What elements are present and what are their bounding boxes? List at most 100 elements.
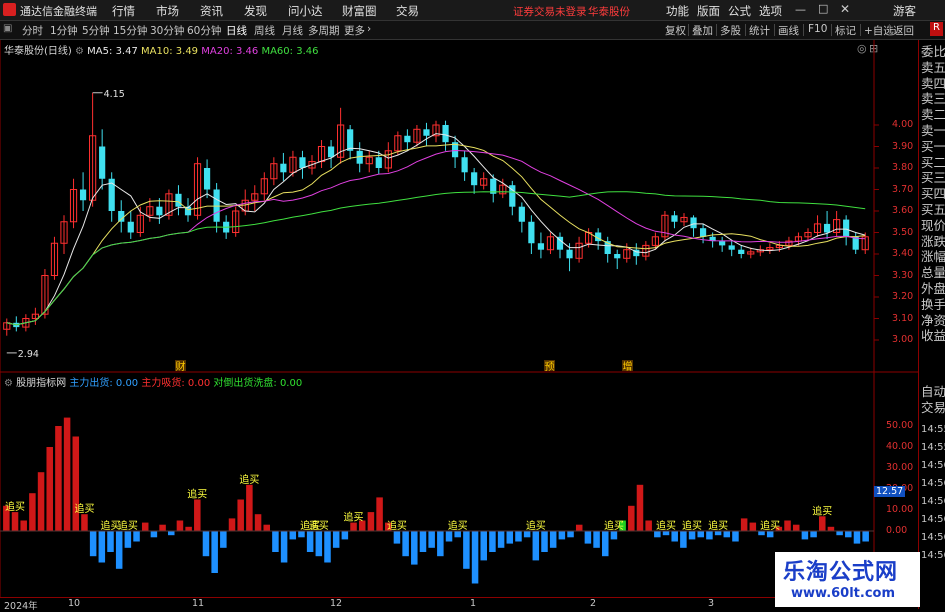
date-label: 3 bbox=[708, 598, 715, 609]
menu-item-wealth[interactable]: 财富圈 bbox=[342, 3, 377, 19]
indicator-bar bbox=[324, 531, 331, 563]
indicator-bar bbox=[202, 531, 210, 557]
candle-body bbox=[375, 157, 382, 168]
tab-multi-period[interactable]: 多周期 bbox=[308, 23, 340, 38]
high-label: 4.15 bbox=[104, 89, 125, 100]
broker-name[interactable]: 华泰股份 bbox=[588, 4, 630, 19]
menu-item-ask[interactable]: 问小达 bbox=[288, 3, 323, 19]
tab-monthly[interactable]: 月线 bbox=[282, 23, 303, 38]
adjust-button[interactable]: 复权 bbox=[665, 23, 686, 38]
tick-time: 14:56 bbox=[921, 532, 945, 543]
indicator-bar bbox=[315, 531, 323, 557]
menu-item-options[interactable]: 选项 bbox=[759, 3, 782, 19]
indicator-bar bbox=[732, 531, 739, 542]
candle-body bbox=[728, 245, 735, 250]
tab-weekly[interactable]: 周线 bbox=[254, 23, 275, 38]
indicator-bar bbox=[549, 531, 557, 548]
candle-body bbox=[127, 221, 134, 233]
kline-chart[interactable]: 4.152.94财预增追买 追买追买追买追买追买追买追买追买追买 追买 追买 追买 追买追… bbox=[0, 40, 918, 609]
tab-daily[interactable]: 日线 bbox=[226, 23, 247, 38]
indicator-bar bbox=[402, 531, 409, 557]
candle-body bbox=[175, 193, 182, 207]
divider bbox=[688, 24, 689, 36]
indicator-bar bbox=[411, 531, 418, 565]
menu-item-quotes[interactable]: 行情 bbox=[112, 3, 135, 19]
candle-body bbox=[203, 168, 211, 190]
watermark-title: 乐淘公式网 bbox=[783, 560, 899, 585]
candle-body bbox=[566, 249, 573, 259]
trade-login-warning[interactable]: 证券交易未登录 bbox=[513, 4, 587, 19]
indicator-name[interactable]: 股朋指标网 bbox=[16, 378, 66, 389]
back-button[interactable]: 返回 bbox=[893, 23, 914, 38]
multi-stock-button[interactable]: 多股 bbox=[720, 23, 741, 38]
indicator-bar bbox=[220, 531, 227, 548]
wash-value: 0.00 bbox=[279, 378, 303, 389]
quote-field-label: 买二 bbox=[921, 154, 945, 170]
quote-field-label: 买四 bbox=[921, 186, 945, 202]
indicator-bar bbox=[628, 505, 635, 531]
buy-signal-label: 追买 bbox=[309, 519, 329, 532]
pin-icon[interactable]: ▣ bbox=[3, 23, 12, 34]
indicator-bar bbox=[393, 531, 401, 544]
tab-60min[interactable]: 60分钟 bbox=[187, 23, 221, 38]
tab-more[interactable]: 更多 bbox=[344, 23, 365, 38]
ma20-line bbox=[6, 149, 866, 326]
indicator-bar bbox=[72, 436, 80, 531]
menu-item-discover[interactable]: 发现 bbox=[244, 3, 267, 19]
date-label: 1 bbox=[470, 598, 477, 609]
auto-trade-label[interactable]: 自动 bbox=[921, 385, 945, 399]
tick-time: 14:56 bbox=[921, 514, 945, 525]
indicator-bar bbox=[532, 531, 540, 561]
indicator-bar bbox=[506, 531, 514, 544]
overlay-button[interactable]: 叠加 bbox=[692, 23, 713, 38]
menu-item-layout[interactable]: 版面 bbox=[697, 3, 720, 19]
statistics-button[interactable]: 统计 bbox=[749, 23, 770, 38]
tab-15min[interactable]: 15分钟 bbox=[113, 23, 147, 38]
tab-1min[interactable]: 1分钟 bbox=[50, 23, 78, 38]
indicator-tick: 10.00 bbox=[886, 504, 914, 515]
guest-label[interactable]: 游客 bbox=[893, 3, 916, 19]
price-tick: 3.60 bbox=[892, 205, 914, 216]
tab-intraday[interactable]: 分时 bbox=[22, 23, 43, 38]
r-badge[interactable]: R bbox=[930, 22, 943, 36]
indicator-settings-icon[interactable]: ⚙ bbox=[4, 378, 13, 389]
watermark-url: www.60lt.com bbox=[791, 586, 896, 601]
menu-item-market[interactable]: 市场 bbox=[156, 3, 179, 19]
menu-item-news[interactable]: 资讯 bbox=[200, 3, 223, 19]
period-toolbar: ▣ 分时 1分钟 5分钟 15分钟 30分钟 60分钟 日线 周线 月线 多周期… bbox=[0, 21, 945, 40]
auto-trade-label[interactable]: 交易 bbox=[921, 401, 945, 415]
menu-item-trade[interactable]: 交易 bbox=[396, 3, 419, 19]
price-tick: 4.00 bbox=[892, 119, 914, 130]
tick-time: 14:56 bbox=[921, 550, 945, 561]
maximize-icon[interactable]: □ bbox=[818, 2, 828, 15]
chevron-right-icon[interactable]: › bbox=[367, 23, 371, 35]
indicator-bar bbox=[845, 531, 852, 538]
minimize-icon[interactable]: — bbox=[795, 3, 806, 16]
buy-signal-label: 追买 bbox=[187, 488, 207, 501]
candle-body bbox=[823, 223, 831, 233]
tab-30min[interactable]: 30分钟 bbox=[150, 23, 184, 38]
menu-item-function[interactable]: 功能 bbox=[666, 3, 689, 19]
candle-body bbox=[843, 219, 850, 237]
buy-signal-label: 追买 bbox=[118, 519, 138, 532]
candle-body bbox=[156, 206, 163, 216]
candle-body bbox=[118, 211, 125, 222]
cursor-value-badge: 12.57 bbox=[874, 486, 906, 497]
quote-panel: 委比 卖五 卖四 卖三 卖二 卖一 买一 买二 买三 买四 买五 现价 涨跌 涨幅 总量 外盘 换手 净资 收益 自动… bbox=[918, 40, 945, 609]
mark-button[interactable]: 标记 bbox=[835, 23, 856, 38]
buy-signal-label: 追买 bbox=[604, 519, 624, 532]
indicator-bar bbox=[810, 531, 817, 538]
low-label: 2.94 bbox=[18, 349, 39, 360]
indicator-bar bbox=[211, 531, 218, 573]
indicator-bar bbox=[176, 520, 184, 531]
close-icon[interactable]: ✕ bbox=[840, 2, 850, 16]
indicator-bar bbox=[480, 531, 487, 561]
menu-item-formula[interactable]: 公式 bbox=[728, 3, 751, 19]
draw-line-button[interactable]: 画线 bbox=[778, 23, 799, 38]
indicator-tick: 30.00 bbox=[886, 462, 914, 473]
indicator-bar bbox=[194, 499, 201, 531]
indicator-bar bbox=[558, 531, 566, 540]
tab-5min[interactable]: 5分钟 bbox=[82, 23, 110, 38]
indicator-bar bbox=[567, 531, 574, 538]
f10-button[interactable]: F10 bbox=[808, 23, 827, 35]
